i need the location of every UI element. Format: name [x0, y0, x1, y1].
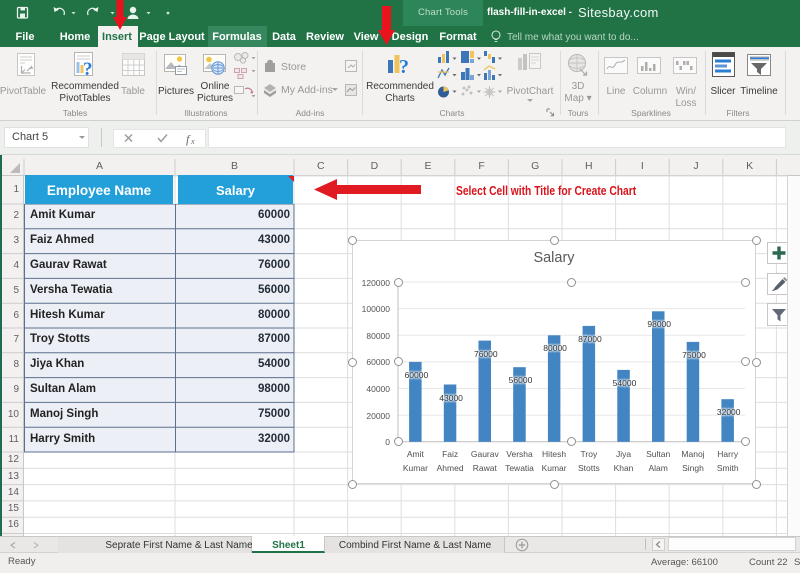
svg-text:x: x — [190, 137, 195, 146]
svg-text:?: ? — [83, 59, 93, 80]
svg-text:?: ? — [399, 56, 409, 78]
